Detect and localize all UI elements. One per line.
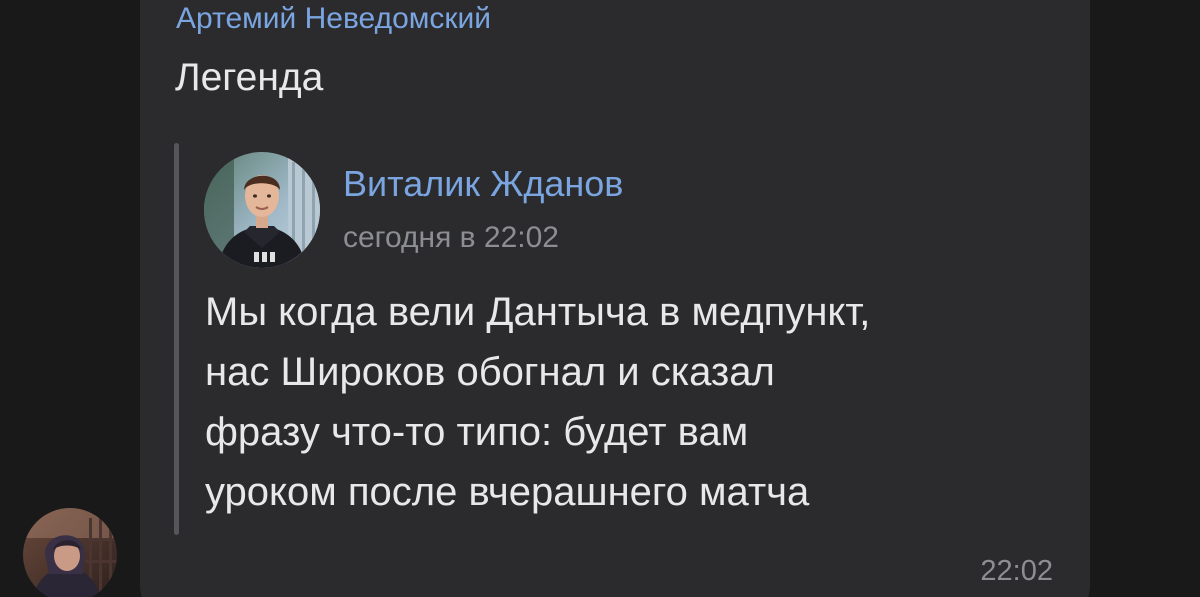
quote-bar xyxy=(174,143,179,535)
chat-screen: Артемий Неведомский Легенда Виталик Ждан… xyxy=(0,0,1200,597)
sender-photo xyxy=(23,508,117,597)
message-text: Легенда xyxy=(175,56,324,99)
quoted-author-name[interactable]: Виталик Жданов xyxy=(343,162,623,206)
quoted-author-avatar[interactable] xyxy=(204,152,320,268)
quoted-text-line: нас Широков обогнал и сказал xyxy=(205,350,775,394)
quoted-text-line: фразу что-то типо: будет вам xyxy=(205,410,749,454)
quoted-post-text: Мы когда вели Дантыча в медпункт, нас Ши… xyxy=(205,282,1065,522)
sender-name[interactable]: Артемий Неведомский xyxy=(176,1,491,37)
quoted-post-date: сегодня в 22:02 xyxy=(343,221,559,254)
message-time: 22:02 xyxy=(980,555,1053,587)
quoted-text-line: Мы когда вели Дантыча в медпункт, xyxy=(205,290,871,334)
sender-avatar[interactable] xyxy=(23,508,117,597)
quoted-author-photo xyxy=(204,152,320,268)
quoted-text-line: уроком после вчерашнего матча xyxy=(205,470,810,514)
